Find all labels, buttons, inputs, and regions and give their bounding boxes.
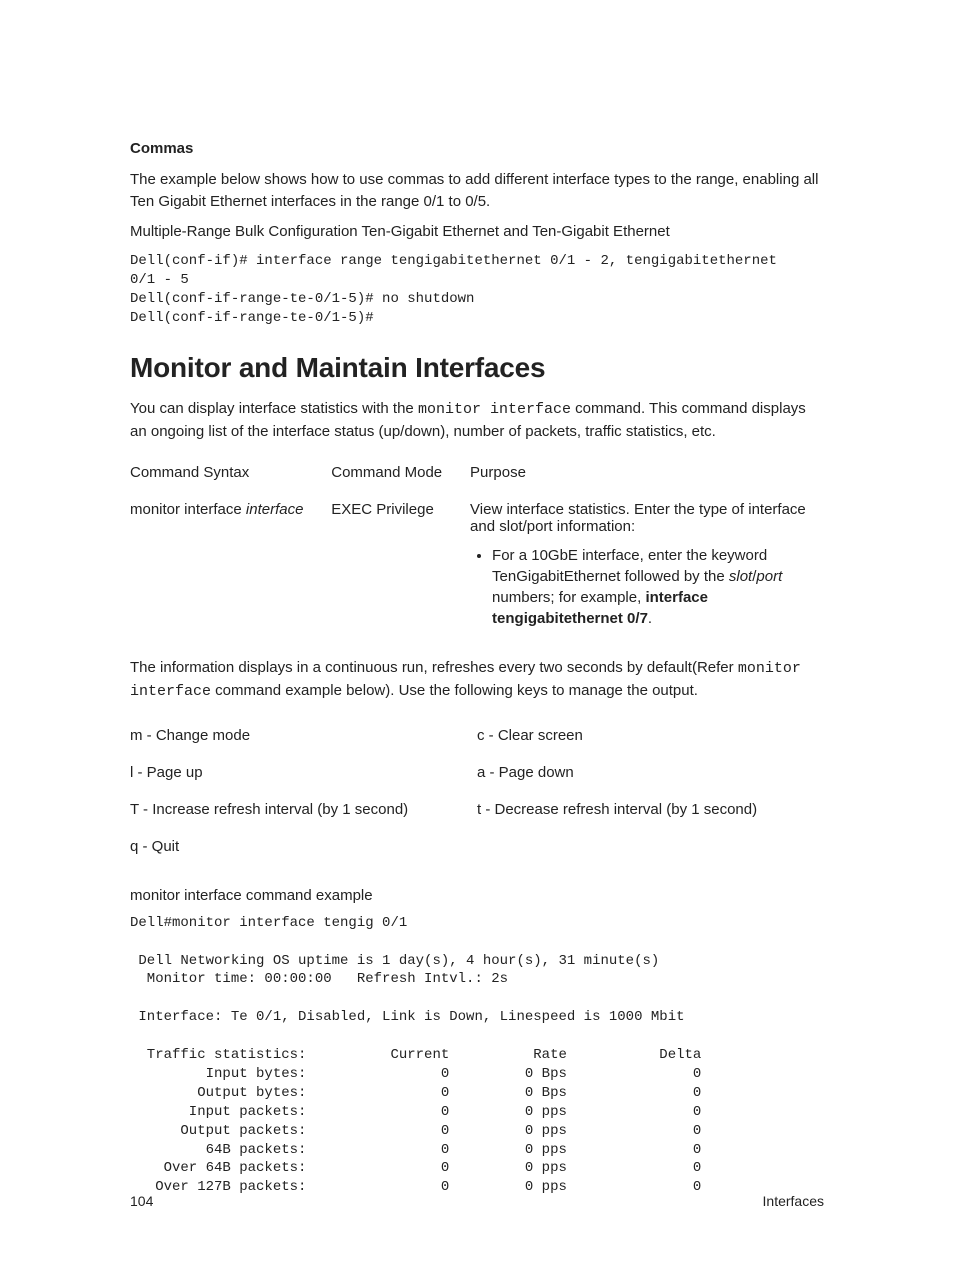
page-footer: 104 Interfaces [130, 1193, 824, 1209]
b-ital2: port [756, 568, 782, 585]
b-ital1: slot [729, 568, 752, 585]
key-c: c - Clear screen [477, 717, 824, 754]
page-container: Commas The example below shows how to us… [0, 0, 954, 1281]
td-syntax: monitor interface interface [130, 495, 331, 639]
table-header-row: Command Syntax Command Mode Purpose [130, 458, 824, 495]
th-syntax: Command Syntax [130, 458, 331, 495]
footer-section: Interfaces [763, 1193, 824, 1209]
th-purpose: Purpose [470, 458, 824, 495]
keys-table: m - Change mode c - Clear screen l - Pag… [130, 717, 824, 865]
key-T: T - Increase refresh interval (by 1 seco… [130, 791, 477, 828]
monitor-title: Monitor and Maintain Interfaces [130, 352, 824, 384]
commas-code-block: Dell(conf-if)# interface range tengigabi… [130, 252, 824, 328]
commas-p1: The example below shows how to use comma… [130, 169, 824, 213]
b-pre: For a 10GbE interface, enter the keyword… [492, 547, 767, 585]
key-l: l - Page up [130, 754, 477, 791]
b-mid: numbers; for example, [492, 589, 645, 606]
key-empty [477, 828, 824, 865]
run-pre: The information displays in a continuous… [130, 659, 738, 676]
b-dot: . [648, 610, 652, 627]
key-m: m - Change mode [130, 717, 477, 754]
run-desc: The information displays in a continuous… [130, 657, 824, 703]
syntax-pre: monitor interface [130, 501, 246, 518]
monitor-intro-cmd: monitor interface [418, 401, 571, 418]
purpose-bullet-1: For a 10GbE interface, enter the keyword… [492, 545, 814, 629]
page-number: 104 [130, 1193, 153, 1209]
keys-row-2: T - Increase refresh interval (by 1 seco… [130, 791, 824, 828]
commas-heading: Commas [130, 140, 824, 157]
table-row: monitor interface interface EXEC Privile… [130, 495, 824, 639]
run-post: command example below). Use the followin… [211, 682, 698, 699]
keys-row-1: l - Page up a - Page down [130, 754, 824, 791]
purpose-bullets: For a 10GbE interface, enter the keyword… [474, 545, 814, 629]
example-label: monitor interface command example [130, 887, 824, 904]
td-mode: EXEC Privilege [331, 495, 470, 639]
command-table: Command Syntax Command Mode Purpose moni… [130, 458, 824, 639]
monitor-intro-pre: You can display interface statistics wit… [130, 400, 418, 417]
td-purpose: View interface statistics. Enter the typ… [470, 495, 824, 639]
th-mode: Command Mode [331, 458, 470, 495]
purpose-text: View interface statistics. Enter the typ… [470, 501, 814, 535]
keys-row-0: m - Change mode c - Clear screen [130, 717, 824, 754]
commas-p2: Multiple-Range Bulk Configuration Ten-Gi… [130, 221, 824, 243]
monitor-intro: You can display interface statistics wit… [130, 398, 824, 443]
example-code-block: Dell#monitor interface tengig 0/1 Dell N… [130, 914, 824, 1197]
syntax-ital: interface [246, 501, 304, 518]
key-t: t - Decrease refresh interval (by 1 seco… [477, 791, 824, 828]
key-a: a - Page down [477, 754, 824, 791]
keys-row-3: q - Quit [130, 828, 824, 865]
key-q: q - Quit [130, 828, 477, 865]
